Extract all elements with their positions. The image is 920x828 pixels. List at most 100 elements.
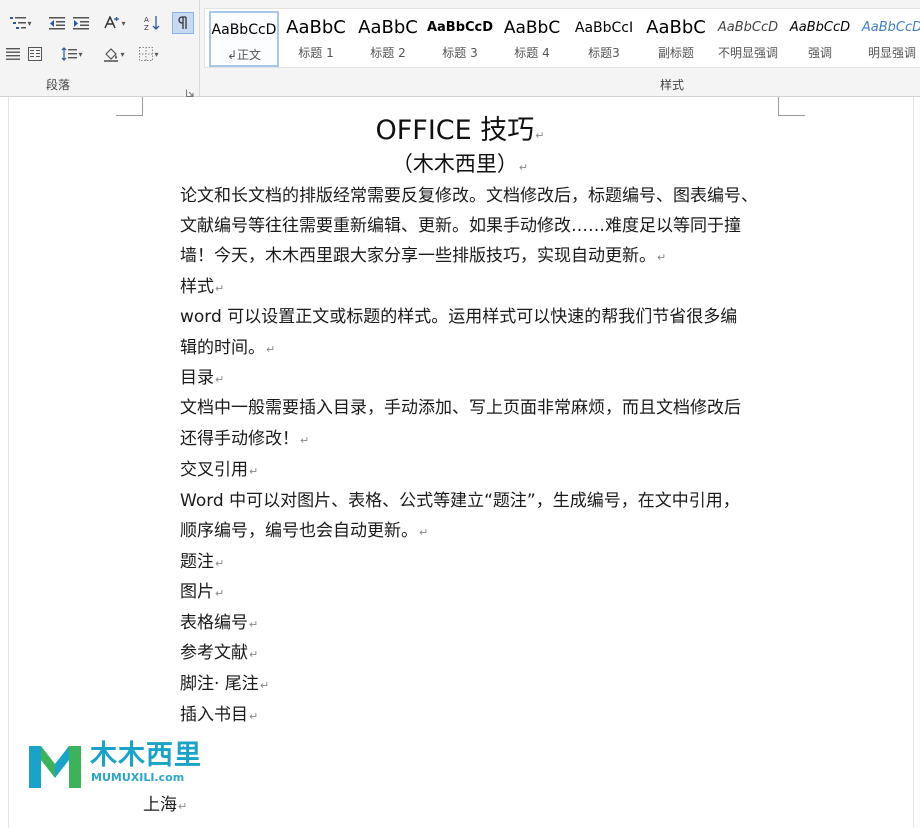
body-line[interactable]: 图片↵: [180, 577, 224, 607]
body-line[interactable]: 题注↵: [180, 547, 224, 577]
watermark-url: MUMUXILI.com: [91, 771, 185, 784]
svg-text:A: A: [144, 16, 149, 24]
paragraph-mark-icon: [178, 16, 187, 29]
style-item[interactable]: AaBbCcD 标题 3: [425, 11, 495, 67]
style-item[interactable]: AaBbC 副标题: [641, 11, 711, 67]
body-line[interactable]: 表格编号↵: [180, 608, 258, 638]
body-line-text: 插入书目: [180, 705, 248, 725]
body-line[interactable]: 顺序编号，编号也会自动更新。↵: [180, 516, 428, 546]
body-line[interactable]: 插入书目↵: [180, 700, 258, 730]
body-line-text: 还得手动修改！: [180, 429, 299, 449]
body-line-text: 表格编号: [180, 613, 248, 633]
paragraph-group: ▾ ▾ AZ ▾ ▾ ▾ 段落: [0, 0, 200, 97]
styles-group: AaBbCcD ↲正文 AaBbC 标题 1 AaBbC 标题 2 AaBbCcD 标题 3A…: [200, 0, 920, 96]
paragraph-mark: ↵: [266, 343, 276, 356]
paragraph-mark: ↵: [249, 465, 259, 478]
style-name: 强调: [807, 46, 832, 60]
body-line[interactable]: 文献编号等往往需要重新编辑、更新。如果手动修改……难度足以等同于撞: [180, 211, 741, 241]
paragraph-dialog-launcher-icon[interactable]: [186, 82, 194, 97]
increase-indent-icon: [73, 17, 89, 30]
document-subtitle[interactable]: （木木西里）↵: [0, 149, 920, 183]
body-line-text: 文档中一般需要插入目录，手动添加、写上页面非常麻烦，而且文档修改后: [180, 398, 741, 418]
body-line-text: 参考文献: [180, 643, 248, 663]
ribbon: ▾ ▾ AZ ▾ ▾ ▾ 段落 AaBbCcD ↲正文 AaBbC 标题 1 A…: [0, 0, 920, 97]
mumuxili-logo-icon: [29, 746, 81, 788]
body-line[interactable]: 还得手动修改！↵: [180, 424, 309, 454]
paragraph-mark: ↵: [215, 557, 225, 570]
align-distributed-icon: [6, 48, 20, 60]
paragraph-mark: ↵: [215, 282, 225, 295]
body-line[interactable]: 目录↵: [180, 363, 224, 393]
style-preview: AaBbC: [358, 17, 418, 38]
body-line-text: word 可以设置正文或标题的样式。运用样式可以快速的帮我们节省很多编: [180, 307, 738, 327]
paragraph-mark: ↵: [215, 587, 225, 600]
body-line[interactable]: 墙！今天，木木西里跟大家分享一些排版技巧，实现自动更新。↵: [180, 241, 666, 271]
increase-indent-button[interactable]: [70, 12, 92, 34]
style-name: 副标题: [657, 46, 694, 60]
styles-gallery: AaBbCcD ↲正文 AaBbC 标题 1 AaBbC 标题 2 AaBbCcD 标题 3A…: [204, 8, 920, 68]
body-line[interactable]: 样式↵: [180, 272, 224, 302]
decrease-indent-button[interactable]: [46, 12, 68, 34]
body-line[interactable]: 交叉引用↵: [180, 455, 258, 485]
columns-icon: [28, 47, 42, 61]
shading-button[interactable]: ▾: [98, 43, 130, 65]
style-preview: AaBbCcI: [574, 20, 634, 36]
style-item[interactable]: AaBbCcD ↲正文: [209, 11, 279, 67]
line-spacing-icon: [62, 47, 78, 61]
body-line[interactable]: 参考文献↵: [180, 638, 258, 668]
body-line-text: 文献编号等往往需要重新编辑、更新。如果手动修改……难度足以等同于撞: [180, 216, 741, 236]
style-item[interactable]: AaBbCcI 标题3: [569, 11, 639, 67]
body-line[interactable]: 上海↵: [143, 790, 187, 820]
style-item[interactable]: AaBbC 标题 2: [353, 11, 423, 67]
body-line-text: 顺序编号，编号也会自动更新。: [180, 521, 418, 541]
body-line-text: 辑的时间。: [180, 338, 265, 358]
style-item[interactable]: AaBbCcD 明显强调: [857, 11, 920, 67]
align-distributed-button[interactable]: [4, 43, 22, 65]
show-paragraph-marks-button[interactable]: [172, 12, 194, 34]
style-item[interactable]: AaBbCcD 强调: [785, 11, 855, 67]
style-name: 标题 1: [298, 46, 334, 60]
chinese-layout-button[interactable]: ▾: [100, 12, 130, 34]
body-line-text: 图片: [180, 582, 214, 602]
body-line-text: 上海: [143, 795, 177, 815]
body-line[interactable]: 辑的时间。↵: [180, 333, 275, 363]
paragraph-mark: ↵: [419, 526, 429, 539]
paragraph-mark: ↵: [215, 373, 225, 386]
sort-icon: AZ: [144, 16, 160, 31]
style-item[interactable]: AaBbC 标题 1: [281, 11, 351, 67]
watermark-name: 木木西里: [90, 740, 202, 771]
style-name: 标题 4: [514, 46, 550, 60]
paragraph-mark: ↵: [178, 800, 188, 813]
style-item[interactable]: AaBbC 标题 4: [497, 11, 567, 67]
style-preview: AaBbCcD: [211, 22, 277, 38]
style-item[interactable]: AaBbCcD 不明显强调: [713, 11, 783, 67]
watermark-logo: 木木西里 MUMUXILI.com: [27, 740, 201, 792]
body-line[interactable]: Word 中可以对图片、表格、公式等建立“题注”，生成编号，在文中引用，: [180, 486, 740, 516]
body-line[interactable]: 论文和长文档的排版经常需要反复修改。文档修改后，标题编号、图表编号、: [180, 181, 758, 211]
body-line[interactable]: 文档中一般需要插入目录，手动添加、写上页面非常麻烦，而且文档修改后: [180, 393, 741, 423]
body-line[interactable]: 脚注· 尾注↵: [180, 669, 269, 699]
body-line[interactable]: word 可以设置正文或标题的样式。运用样式可以快速的帮我们节省很多编: [180, 302, 737, 332]
document-title[interactable]: OFFICE 技巧↵: [0, 114, 920, 153]
style-name: 标题 3: [442, 46, 478, 60]
body-line-text: 论文和长文档的排版经常需要反复修改。文档修改后，标题编号、图表编号、: [180, 186, 758, 206]
paragraph-mark: ↵: [657, 251, 667, 264]
shading-icon: [104, 48, 119, 62]
style-preview: AaBbCcD: [426, 20, 494, 35]
body-line-text: Word 中可以对图片、表格、公式等建立“题注”，生成编号，在文中引用，: [180, 491, 740, 511]
style-preview: AaBbC: [503, 18, 561, 38]
paragraph-mark: ↵: [249, 618, 259, 631]
body-line-text: 样式: [180, 277, 214, 297]
borders-button[interactable]: ▾: [134, 43, 164, 65]
style-name: 不明显强调: [717, 46, 778, 60]
sort-button[interactable]: AZ: [140, 12, 164, 34]
style-preview: AaBbC: [646, 17, 706, 38]
style-preview: AaBbCcD: [717, 20, 779, 35]
multilevel-list-button[interactable]: ▾: [4, 12, 38, 34]
multilevel-list-icon: [10, 17, 27, 29]
paragraph-mark: ↵: [249, 648, 259, 661]
chinese-layout-icon: [104, 16, 120, 29]
line-spacing-button[interactable]: ▾: [56, 43, 88, 65]
columns-button[interactable]: [26, 43, 44, 65]
style-name: 标题 2: [370, 46, 406, 60]
